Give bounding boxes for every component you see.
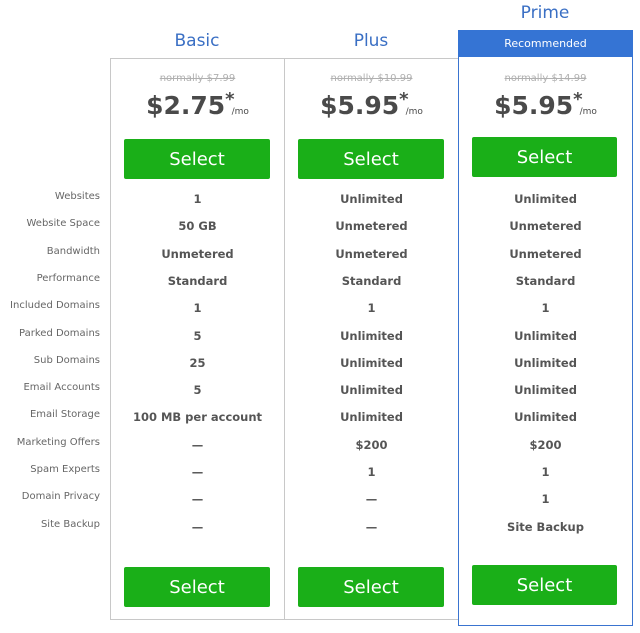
feature-value: Unlimited bbox=[514, 328, 577, 343]
feature-label: Site Backup bbox=[40, 518, 100, 530]
feature-value: Unlimited bbox=[340, 410, 403, 425]
original-price: normally $10.99 bbox=[330, 73, 413, 84]
plan-column-prime: Recommended normally $14.99 $5.95*/mo Se… bbox=[458, 30, 633, 626]
feature-value: 25 bbox=[189, 355, 206, 370]
feature-value: Unlimited bbox=[340, 383, 403, 398]
original-price: normally $14.99 bbox=[504, 73, 587, 84]
plan-title-prime: Prime bbox=[520, 3, 570, 23]
feature-value: 1 bbox=[541, 492, 550, 507]
feature-label: Email Storage bbox=[29, 409, 100, 421]
feature-value: — bbox=[191, 437, 204, 452]
feature-value: — bbox=[191, 465, 204, 479]
price-value: $2.75 bbox=[146, 91, 226, 120]
price-value: $5.95 bbox=[320, 91, 400, 120]
select-button-basic-top[interactable]: Select bbox=[124, 139, 270, 179]
plan-price: $5.95*/mo bbox=[459, 89, 632, 120]
feature-value: Unmetered bbox=[509, 246, 582, 261]
feature-label: Parked Domains bbox=[19, 327, 100, 339]
feature-label: Spam Experts bbox=[30, 464, 100, 475]
feature-label: Websites bbox=[54, 191, 100, 202]
feature-value: $200 bbox=[529, 437, 562, 452]
feature-value: Unmetered bbox=[509, 219, 582, 234]
feature-label: Performance bbox=[36, 272, 100, 284]
original-price: normally $7.99 bbox=[159, 73, 236, 84]
feature-value: 1 bbox=[367, 465, 376, 479]
feature-value: 1 bbox=[193, 301, 202, 316]
feature-value: — bbox=[191, 492, 204, 507]
feature-label: Email Accounts bbox=[23, 382, 100, 394]
price-period: /mo bbox=[231, 107, 249, 117]
select-button-plus-top[interactable]: Select bbox=[298, 139, 444, 179]
plan-price: $5.95*/mo bbox=[285, 89, 458, 120]
feature-value: 5 bbox=[193, 328, 202, 343]
feature-label: Included Domains bbox=[10, 300, 100, 312]
feature-value: Standard bbox=[167, 273, 228, 288]
feature-value: Unmetered bbox=[335, 246, 408, 261]
feature-value: Standard bbox=[515, 273, 576, 288]
feature-value: 1 bbox=[193, 192, 202, 206]
feature-value: — bbox=[365, 519, 378, 534]
price-period: /mo bbox=[579, 107, 597, 117]
feature-value: Unmetered bbox=[161, 246, 234, 261]
feature-value: Unlimited bbox=[340, 328, 403, 343]
plan-price: $2.75*/mo bbox=[111, 89, 284, 120]
feature-value: Unlimited bbox=[514, 355, 577, 370]
feature-value: Unlimited bbox=[340, 192, 403, 206]
feature-label: Sub Domains bbox=[33, 354, 100, 366]
feature-value: Unlimited bbox=[514, 383, 577, 398]
feature-label: Website Space bbox=[26, 218, 100, 230]
recommended-badge: Recommended bbox=[458, 30, 633, 57]
feature-value: 1 bbox=[541, 465, 550, 479]
plan-column-basic: normally $7.99 $2.75*/mo Select 1 50 GB Un… bbox=[110, 58, 285, 620]
plan-title-plus: Plus bbox=[353, 31, 389, 51]
feature-value: 5 bbox=[193, 383, 202, 398]
feature-value: 1 bbox=[541, 301, 550, 316]
feature-value: Unmetered bbox=[335, 219, 408, 234]
feature-value: 100 MB per account bbox=[132, 410, 263, 425]
feature-value: 50 GB bbox=[178, 219, 217, 234]
select-button-basic-bottom[interactable]: Select bbox=[124, 567, 270, 607]
feature-value: $200 bbox=[355, 437, 388, 452]
price-period: /mo bbox=[405, 107, 423, 117]
feature-value: — bbox=[365, 492, 378, 507]
select-button-prime-top[interactable]: Select bbox=[472, 137, 617, 177]
feature-value: Site Backup bbox=[507, 519, 584, 534]
feature-value: Unlimited bbox=[514, 192, 577, 206]
feature-value: Unlimited bbox=[340, 355, 403, 370]
feature-label: Bandwidth bbox=[46, 245, 100, 257]
feature-value: 1 bbox=[367, 301, 376, 316]
feature-value: Unlimited bbox=[514, 410, 577, 425]
feature-value: Standard bbox=[341, 273, 402, 288]
feature-label: Marketing Offers bbox=[16, 436, 100, 448]
price-value: $5.95 bbox=[494, 91, 574, 120]
feature-value: — bbox=[191, 519, 204, 534]
plan-column-plus: normally $10.99 $5.95*/mo Select Unlimit… bbox=[284, 58, 459, 620]
feature-label: Domain Privacy bbox=[21, 491, 100, 503]
select-button-prime-bottom[interactable]: Select bbox=[472, 565, 617, 605]
select-button-plus-bottom[interactable]: Select bbox=[298, 567, 444, 607]
plan-title-basic: Basic bbox=[174, 31, 220, 51]
